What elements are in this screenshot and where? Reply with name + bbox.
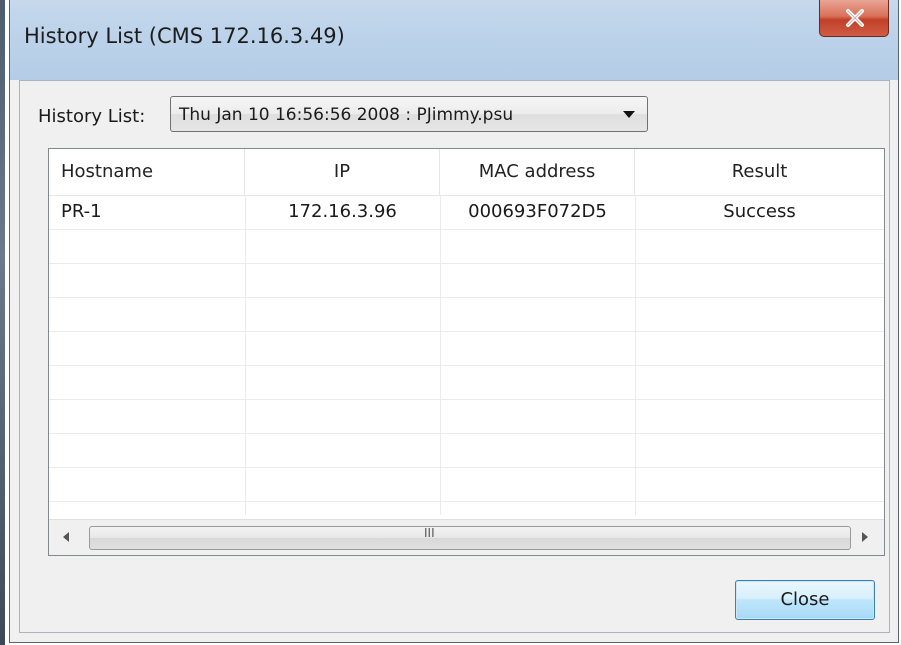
close-x-icon (846, 9, 864, 27)
window-close-button[interactable] (819, 0, 889, 37)
grid-line (49, 263, 884, 264)
arrow-right-icon[interactable] (862, 532, 868, 542)
grid-line (49, 399, 884, 400)
column-header-hostname[interactable]: Hostname (49, 149, 245, 195)
cell-result: Success (723, 201, 796, 222)
history-list-dropdown[interactable]: Thu Jan 10 16:56:56 2008 : PJimmy.psu (170, 96, 648, 132)
window-title: History List (CMS 172.16.3.49) (24, 24, 345, 48)
scrollbar-thumb[interactable] (89, 526, 851, 550)
scrollbar-grip: III (424, 526, 435, 540)
grid-line (49, 501, 884, 502)
cell-hostname: PR-1 (61, 201, 102, 222)
grid-line (49, 365, 884, 366)
grid-line (49, 467, 884, 468)
column-header-mac-address[interactable]: MAC address (440, 149, 635, 195)
table-row[interactable]: PR-1 172.16.3.96 000693F072D5 Success (49, 195, 884, 229)
arrow-left-icon[interactable] (63, 532, 69, 542)
close-button[interactable]: Close (735, 580, 875, 620)
history-list-dialog: History List (CMS 172.16.3.49) History L… (9, 0, 899, 643)
title-bar[interactable]: History List (CMS 172.16.3.49) (10, 0, 898, 80)
cell-ip: 172.16.3.96 (288, 201, 397, 222)
horizontal-scrollbar[interactable]: III (49, 519, 884, 555)
history-results-table[interactable]: Hostname IP MAC address Result PR-1 172.… (48, 148, 885, 556)
column-header-ip[interactable]: IP (245, 149, 440, 195)
table-header: Hostname IP MAC address Result (49, 149, 884, 196)
column-header-result[interactable]: Result (635, 149, 884, 195)
chevron-down-icon[interactable] (623, 111, 635, 118)
grid-line (49, 433, 884, 434)
grid-line (49, 331, 884, 332)
grid-line (49, 229, 884, 230)
history-list-label: History List: (38, 106, 146, 127)
grid-line (49, 297, 884, 298)
cell-mac-address: 000693F072D5 (468, 201, 607, 222)
history-list-selected-value: Thu Jan 10 16:56:56 2008 : PJimmy.psu (179, 105, 514, 125)
background-window-edge (0, 0, 5, 645)
